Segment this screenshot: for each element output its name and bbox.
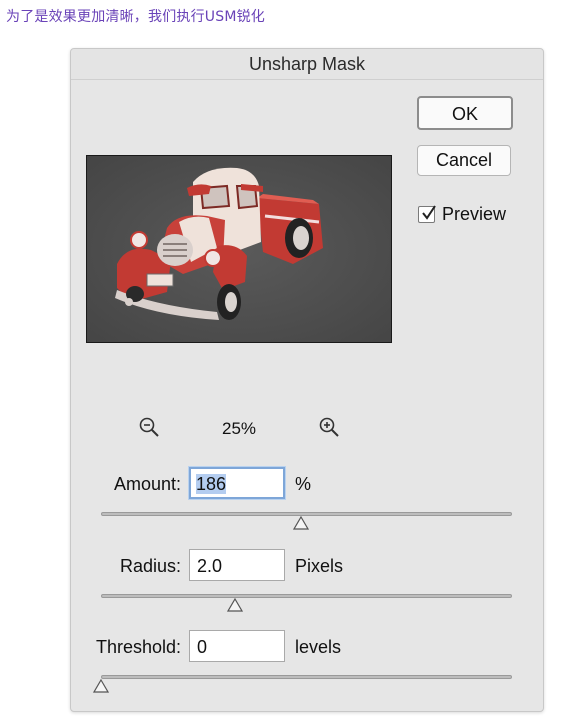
radius-unit: Pixels — [295, 556, 344, 576]
threshold-value: 0 — [197, 637, 208, 657]
amount-slider-thumb[interactable] — [293, 516, 310, 530]
cancel-button[interactable]: Cancel — [417, 145, 511, 176]
amount-label: Amount: — [113, 474, 181, 494]
amount-value: 186 — [196, 474, 227, 494]
dialog-title: Unsharp Mask — [71, 49, 543, 80]
zoom-out-icon[interactable] — [139, 417, 161, 444]
preview-image[interactable] — [86, 155, 392, 343]
threshold-input[interactable]: 0 — [189, 630, 285, 662]
radius-label: Radius: — [119, 556, 181, 576]
amount-unit: % — [295, 474, 312, 494]
page-caption: 为了是效果更加清晰，我们执行USM锐化 — [6, 9, 266, 25]
threshold-slider-thumb[interactable] — [93, 679, 109, 693]
unsharp-mask-dialog: Unsharp Mask OK Cancel Preview 25% Amoun… — [70, 48, 544, 712]
threshold-unit: levels — [295, 637, 342, 657]
radius-input[interactable]: 2.0 — [189, 549, 285, 581]
checkmark-icon — [422, 204, 436, 220]
radius-value: 2.0 — [197, 556, 223, 576]
truck-preview-picture — [87, 156, 391, 342]
preview-toggle[interactable]: Preview — [418, 202, 506, 226]
zoom-in-icon[interactable] — [319, 417, 341, 444]
zoom-level: 25% — [221, 419, 257, 438]
threshold-label: Threshold: — [95, 637, 181, 657]
radius-slider-track[interactable] — [101, 594, 512, 598]
radius-slider-thumb[interactable] — [226, 598, 243, 612]
preview-checkbox[interactable] — [418, 204, 436, 223]
amount-input[interactable]: 186 — [189, 467, 285, 499]
threshold-slider-track[interactable] — [101, 675, 512, 679]
preview-label: Preview — [442, 203, 507, 224]
ok-button[interactable]: OK — [417, 96, 513, 130]
